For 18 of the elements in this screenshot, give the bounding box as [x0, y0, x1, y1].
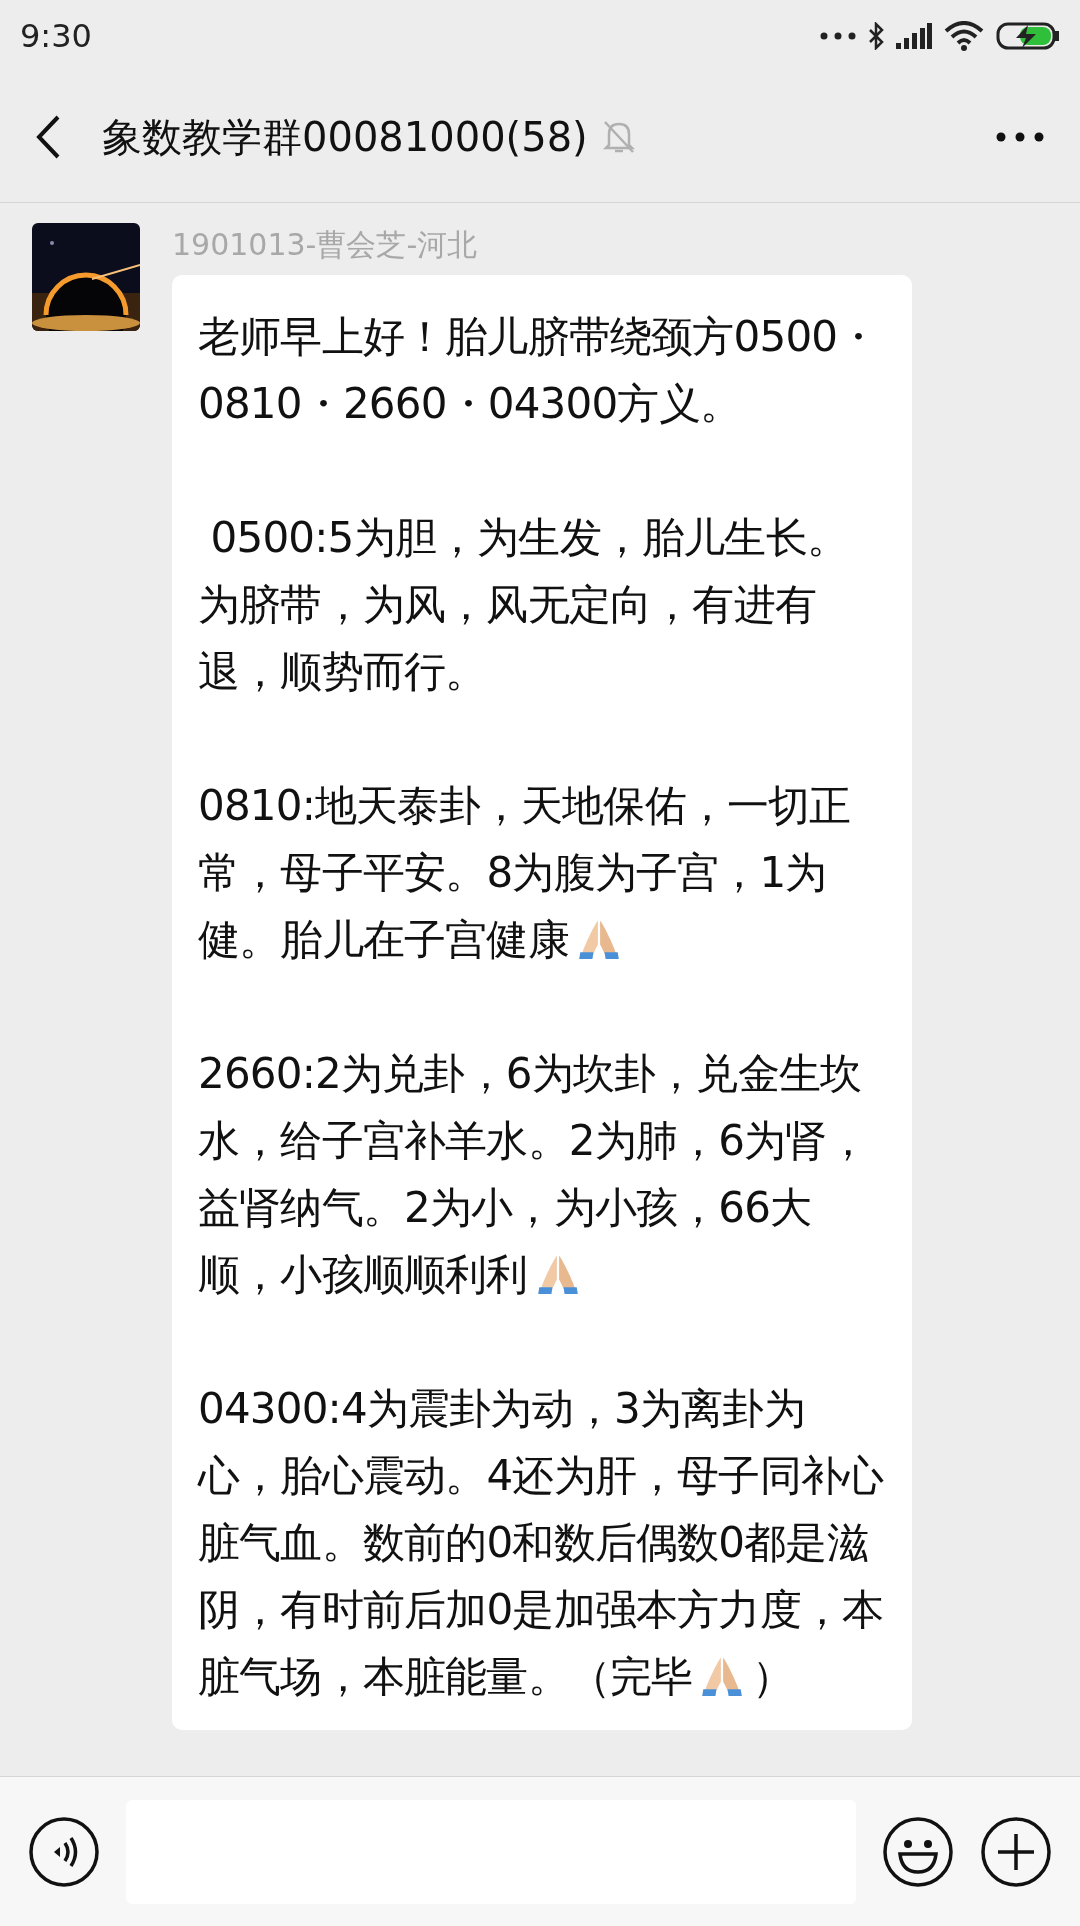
message-paragraph: 0810:地天泰卦，天地保佑，一切正常，母子平安。8为腹为子宫，1为健。胎儿在子宫健康 — [198, 780, 852, 966]
wifi-icon — [944, 21, 984, 51]
message-paragraph: 04300:4为震卦为动，3为离卦为心，胎心震动。4还为肝，母子同补心脏气血。数前的0和数后偶数0都是滋阴，有时前后加0是加强本方力度，本脏气场，本脏能量。（完毕 ） — [198, 1383, 885, 1703]
bluetooth-icon — [868, 22, 884, 50]
sender-name: 1901013-曹会芝-河北 — [172, 226, 479, 264]
battery-charging-icon — [996, 22, 1060, 50]
plus-icon[interactable] — [980, 1815, 1052, 1888]
message-paragraph: 0500:5为胆，为生发，胎儿生长。为脐带，为风，风无定向，有进有退，顺势而行。 — [198, 512, 849, 698]
more-dots-icon — [820, 32, 856, 40]
emoji-icon[interactable] — [882, 1815, 954, 1888]
status-time: 9:30 — [20, 16, 92, 57]
voice-icon[interactable] — [28, 1815, 100, 1888]
more-icon[interactable] — [996, 132, 1044, 142]
signal-icon — [896, 23, 932, 49]
back-icon[interactable] — [36, 115, 60, 159]
message-paragraph: 2660:2为兑卦，6为坎卦，兑金生坎水，给子宫补羊水。2为肺，6为肾，益肾纳气。2为小，为小孩，66大顺，小孩顺顺利利 — [198, 1048, 869, 1301]
chat-title: 象数教学群00081000(58) — [102, 113, 588, 162]
message-paragraph: 老师早上好！胎儿脐带绕颈方0500・0810・2660・04300方义。 — [198, 311, 880, 430]
